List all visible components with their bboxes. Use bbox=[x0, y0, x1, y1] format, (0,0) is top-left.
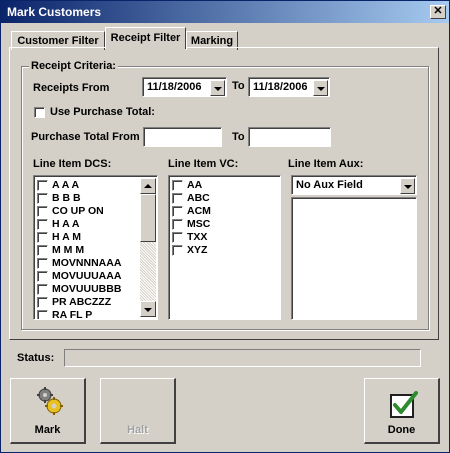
checkmark-icon bbox=[390, 391, 418, 418]
gears-icon bbox=[37, 387, 63, 415]
tab-label: Customer Filter bbox=[17, 35, 99, 47]
mark-button-label: Mark bbox=[34, 424, 61, 436]
receipt-criteria-label: Receipt Criteria: bbox=[29, 60, 118, 72]
status-field bbox=[64, 349, 421, 367]
tab-receipt-filter[interactable]: Receipt Filter bbox=[105, 27, 186, 49]
close-icon: ✕ bbox=[433, 5, 443, 17]
halt-button-label: Halt bbox=[127, 424, 148, 436]
tab-label: Receipt Filter bbox=[110, 32, 181, 44]
title-bar: Mark Customers ✕ bbox=[1, 1, 449, 23]
window-title: Mark Customers bbox=[7, 5, 102, 19]
tab-label: Marking bbox=[190, 35, 234, 47]
receipt-filter-panel bbox=[9, 47, 439, 340]
mark-button[interactable]: Mark bbox=[10, 378, 86, 444]
close-button[interactable]: ✕ bbox=[430, 5, 446, 19]
done-button[interactable]: Done bbox=[364, 378, 440, 444]
halt-button[interactable]: Halt bbox=[100, 378, 176, 444]
done-button-label: Done bbox=[387, 424, 416, 436]
status-label: Status: bbox=[17, 352, 55, 364]
